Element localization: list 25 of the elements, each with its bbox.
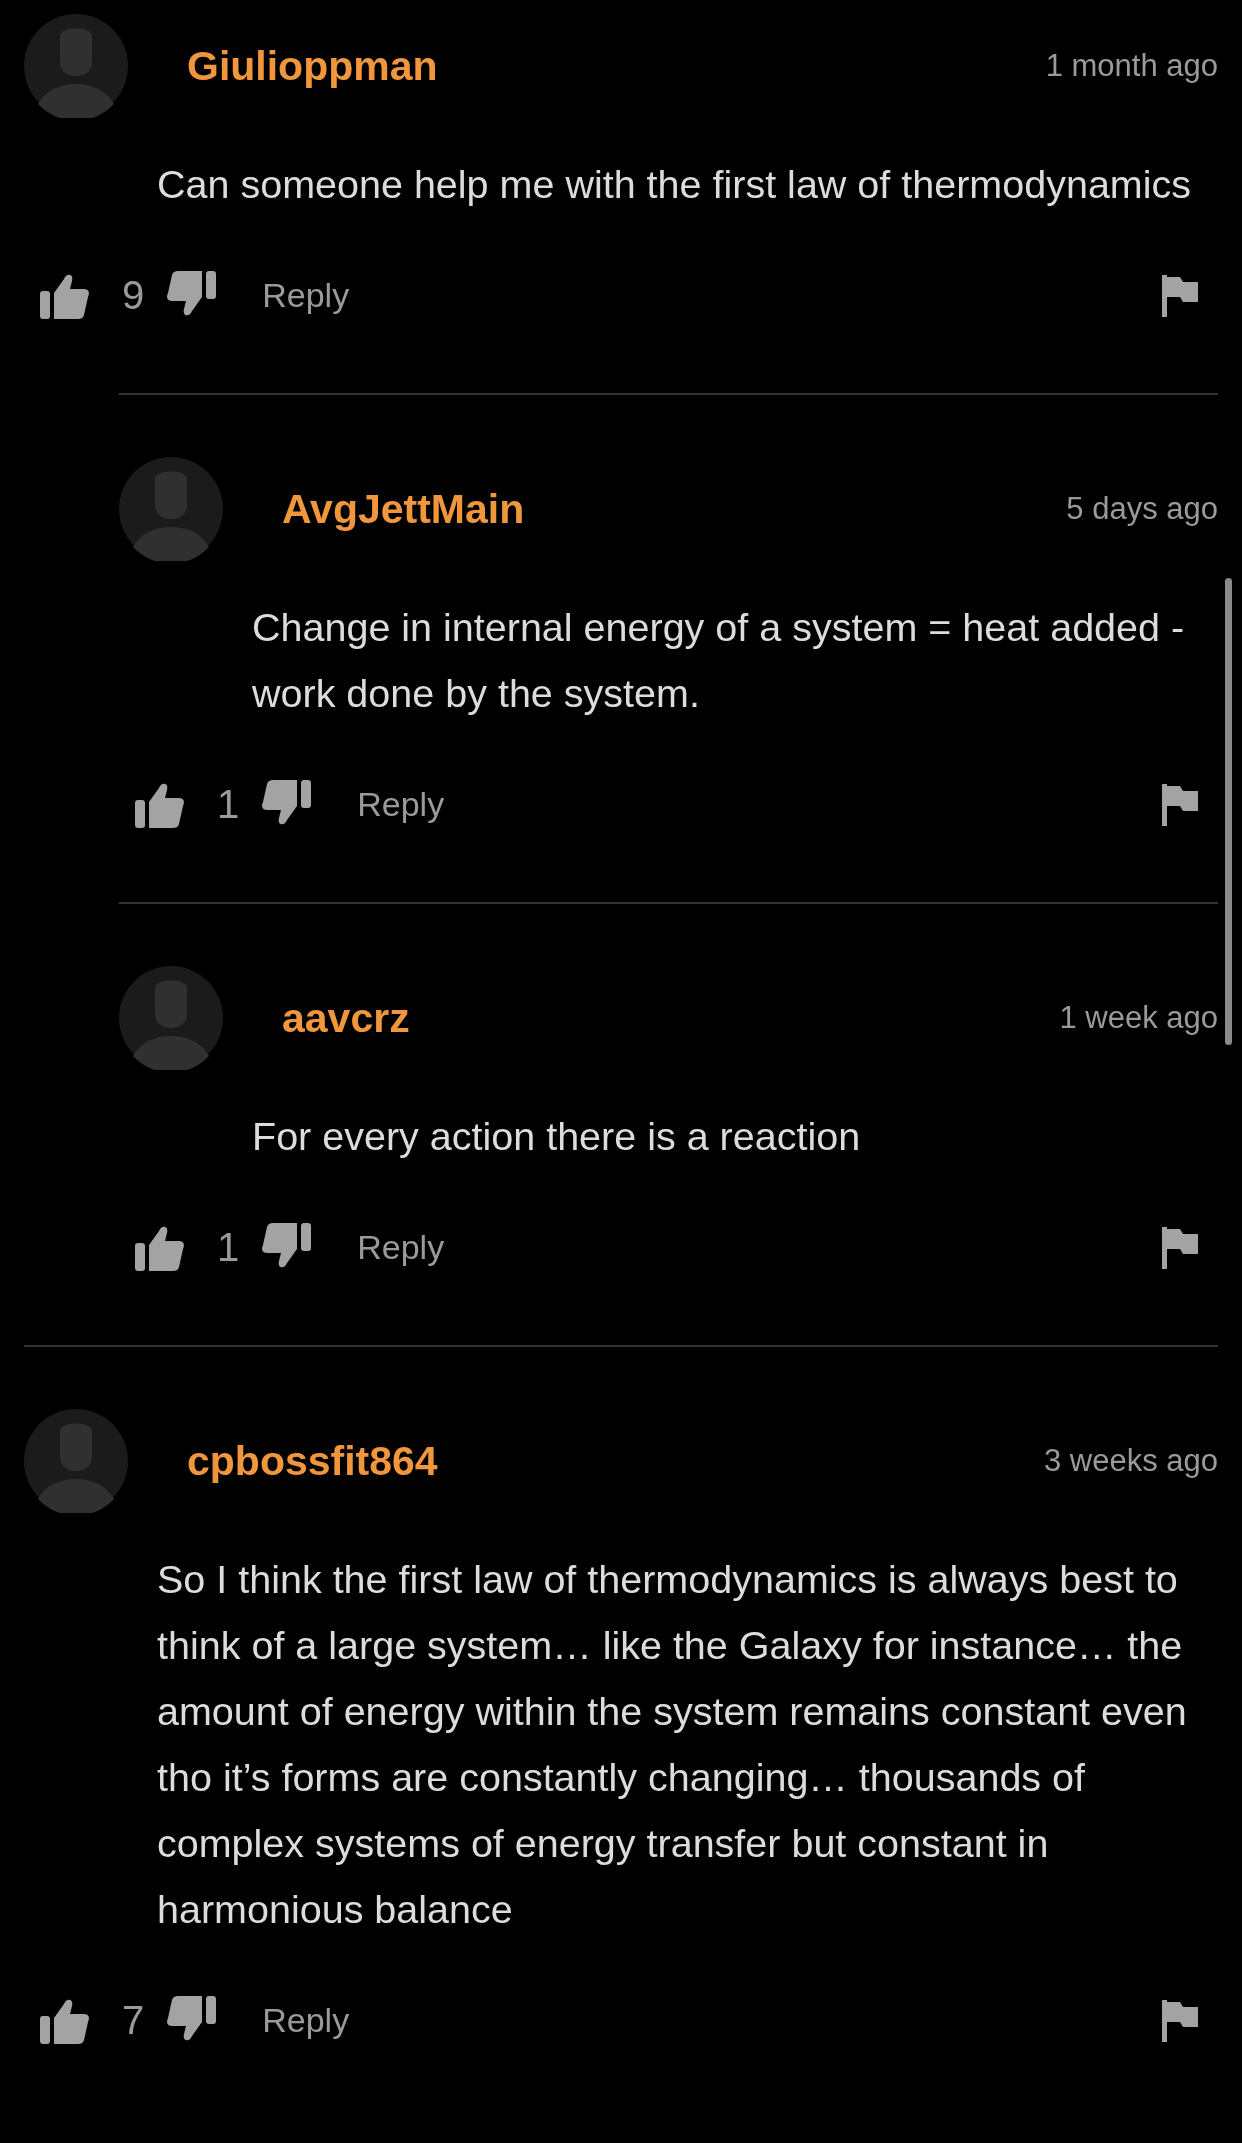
like-count: 1 <box>217 1224 240 1270</box>
flag-icon[interactable] <box>1160 1225 1200 1269</box>
comment-text: Change in internal energy of a system = heat added - work done by the system. <box>252 604 1186 717</box>
username[interactable]: Giulioppman <box>187 42 438 90</box>
timestamp: 5 days ago <box>1066 491 1218 527</box>
like-count: 7 <box>122 1997 145 2043</box>
reply-button[interactable]: Reply <box>262 275 350 315</box>
timestamp: 3 weeks ago <box>1043 1443 1218 1479</box>
username[interactable]: AvgJettMain <box>282 485 525 533</box>
comment-text: So I think the first law of thermodynamics is always best to think of a large system… like the Galaxy for instance… the amount of energy within the system remains constant even tho it’s forms are constantly changing… thousands of complex systems of energy transfer but constant in harmonious balance <box>157 1556 1188 1933</box>
flag-icon[interactable] <box>1160 782 1200 826</box>
comment-text: Can someone help me with the first law of thermodynamics <box>157 161 1193 208</box>
comment-text: For every action there is a reaction <box>252 1113 862 1160</box>
scrollbar[interactable] <box>1225 578 1232 1045</box>
flag-icon[interactable] <box>1160 273 1200 317</box>
username[interactable]: cpbossfit864 <box>187 1437 438 1485</box>
reply-button[interactable]: Reply <box>357 784 445 824</box>
flag-icon[interactable] <box>1160 1998 1200 2042</box>
reply-button[interactable]: Reply <box>262 2000 350 2040</box>
timestamp: 1 month ago <box>1045 48 1218 84</box>
like-count: 1 <box>217 781 240 827</box>
timestamp: 1 week ago <box>1059 1000 1218 1036</box>
username[interactable]: aavcrz <box>282 994 410 1042</box>
reply-button[interactable]: Reply <box>357 1227 445 1267</box>
like-count: 9 <box>122 272 145 318</box>
